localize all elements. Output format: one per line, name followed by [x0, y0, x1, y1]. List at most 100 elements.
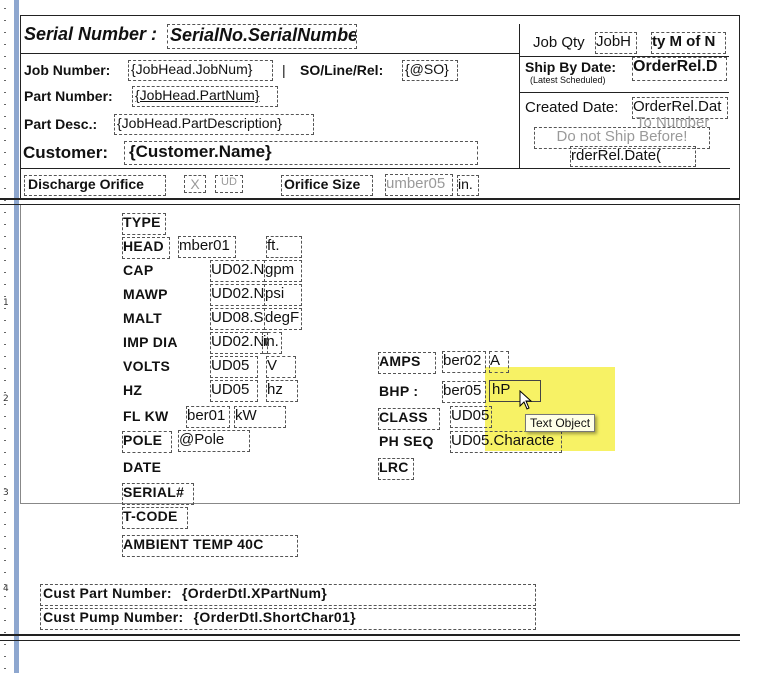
spec-label-serial[interactable]: SERIAL# [122, 483, 194, 505]
spec-unit-amps[interactable]: A [489, 351, 509, 373]
spec-value-class[interactable]: UD05 [450, 406, 492, 428]
spec-label-ph-seq[interactable]: PH SEQ [379, 433, 434, 449]
do-not-ship-field[interactable]: rderRel.Date( [570, 146, 696, 167]
ruler-tick [4, 32, 6, 33]
spec-value-head[interactable]: mber01 [178, 236, 236, 258]
spec-label-mawp[interactable]: MAWP [123, 286, 168, 302]
ruler-tick [4, 308, 6, 309]
cust-pump-value: {OrderDtl.ShortChar01} [193, 609, 356, 625]
serial-number-field[interactable]: SerialNo.SerialNumbe [167, 24, 357, 49]
spec-value-pole[interactable]: @Pole [178, 430, 250, 452]
ship-by-field[interactable]: OrderRel.D [632, 57, 727, 81]
ruler-tick [4, 380, 6, 381]
spec-label-amps[interactable]: AMPS [378, 352, 436, 374]
mouse-pointer-icon [519, 390, 533, 410]
spec-label-date[interactable]: DATE [123, 459, 161, 475]
ruler-tick [4, 656, 6, 657]
ruler-tick [4, 344, 6, 345]
ruler-tick [4, 620, 6, 621]
ship-by-sublabel: (Latest Scheduled) [530, 75, 606, 85]
ruler-tick [4, 104, 6, 105]
ruler-tick [4, 428, 6, 429]
spec-value-mawp[interactable]: UD02.N [210, 284, 265, 306]
part-number-field[interactable]: {JobHead.PartNum} [132, 86, 278, 107]
spec-value-fl-kw[interactable]: ber01 [186, 406, 230, 428]
orifice-size-unit[interactable]: in. [457, 175, 479, 196]
ruler-tick [4, 536, 6, 537]
ruler-tick [4, 476, 6, 477]
cust-part-row[interactable]: Cust Part Number: {OrderDtl.XPartNum} [40, 584, 536, 606]
spec-label-malt[interactable]: MALT [123, 310, 162, 326]
ruler-tick [4, 20, 6, 21]
cust-pump-row[interactable]: Cust Pump Number: {OrderDtl.ShortChar01} [40, 608, 536, 630]
ruler-tick [4, 500, 6, 501]
header-divider [20, 53, 520, 54]
spec-label-fl-kw[interactable]: FL KW [123, 408, 169, 424]
spec-label-type[interactable]: TYPE [122, 213, 166, 235]
ruler-tick [4, 272, 6, 273]
ruler-tick [4, 392, 6, 393]
orifice-size-label[interactable]: Orifice Size [281, 175, 373, 196]
so-field[interactable]: {@SO} [402, 60, 458, 81]
spec-unit-mawp[interactable]: psi [264, 284, 302, 306]
discharge-x-field[interactable]: X [184, 175, 206, 193]
ruler-tick [4, 80, 6, 81]
spec-label-head[interactable]: HEAD [122, 237, 170, 259]
spec-value-imp-dia[interactable]: UD02.Nu [210, 332, 268, 354]
ruler-tick [4, 188, 6, 189]
section-separator [0, 198, 740, 205]
ruler-tick [4, 512, 6, 513]
ruler-tick [4, 56, 6, 57]
customer-field[interactable]: {Customer.Name} [124, 141, 478, 165]
spec-label-cap[interactable]: CAP [123, 262, 153, 278]
spec-value-ph-seq[interactable]: UD05.Characte [450, 431, 562, 453]
ruler-tick [4, 596, 6, 597]
ruler-number: 4 [3, 584, 9, 594]
ruler-tick [4, 176, 6, 177]
spec-unit-malt[interactable]: degF [264, 308, 302, 330]
qty-of-field[interactable]: ty M of N [651, 32, 726, 54]
spec-value-volts[interactable]: UD05 [210, 356, 258, 378]
spec-value-bhp[interactable]: ber05 [442, 381, 486, 403]
spec-label-lrc[interactable]: LRC [378, 458, 414, 480]
ruler-tick [4, 560, 6, 561]
spec-label-imp-dia[interactable]: IMP DIA [123, 334, 178, 350]
spec-label-pole[interactable]: POLE [122, 431, 172, 453]
spec-value-hz[interactable]: UD05 [210, 380, 258, 402]
discharge-ud-field[interactable]: UD [215, 175, 243, 193]
spec-value-malt[interactable]: UD08.S [210, 308, 265, 330]
spec-label-ambient-temp[interactable]: AMBIENT TEMP 40C [122, 535, 298, 557]
orifice-size-field[interactable]: umber05 [385, 174, 453, 196]
job-qty-field[interactable]: JobH [595, 32, 637, 54]
ruler-tick [4, 440, 6, 441]
body-right-border [739, 205, 740, 503]
spec-label-volts[interactable]: VOLTS [123, 358, 170, 374]
ruler-number: 2 [3, 394, 9, 404]
spec-unit-hz[interactable]: hz [266, 380, 298, 402]
discharge-orifice-label[interactable]: Discharge Orifice [24, 175, 166, 196]
spec-label-t-code[interactable]: T-CODE [122, 507, 188, 529]
spec-unit-bhp-selected[interactable]: hP [489, 380, 541, 402]
job-number-field[interactable]: {JobHead.JobNum} [128, 60, 273, 81]
ruler-tick [4, 8, 6, 9]
spec-value-cap[interactable]: UD02.N [210, 260, 265, 282]
spec-label-hz[interactable]: HZ [123, 382, 142, 398]
ruler-tick [4, 488, 6, 489]
ruler-tick [4, 632, 6, 633]
spec-unit-imp-dia[interactable]: in. [262, 332, 282, 354]
ruler-tick [4, 236, 6, 237]
spec-unit-cap[interactable]: gpm [264, 260, 302, 282]
created-date-label: Created Date: [525, 99, 619, 116]
header-top-border [20, 15, 740, 16]
ruler-tick [4, 164, 6, 165]
spec-label-bhp[interactable]: BHP : [379, 383, 418, 399]
spec-unit-volts[interactable]: V [266, 356, 296, 378]
part-desc-field[interactable]: {JobHead.PartDescription} [114, 114, 314, 135]
spec-value-amps[interactable]: ber02 [442, 351, 486, 373]
spec-unit-head[interactable]: ft. [266, 236, 302, 258]
ruler-tick [4, 140, 6, 141]
customer-label: Customer: [23, 143, 109, 162]
spec-unit-fl-kw[interactable]: kW [234, 406, 286, 428]
ship-by-label: Ship By Date: [525, 59, 617, 75]
spec-label-class[interactable]: CLASS [378, 408, 440, 430]
